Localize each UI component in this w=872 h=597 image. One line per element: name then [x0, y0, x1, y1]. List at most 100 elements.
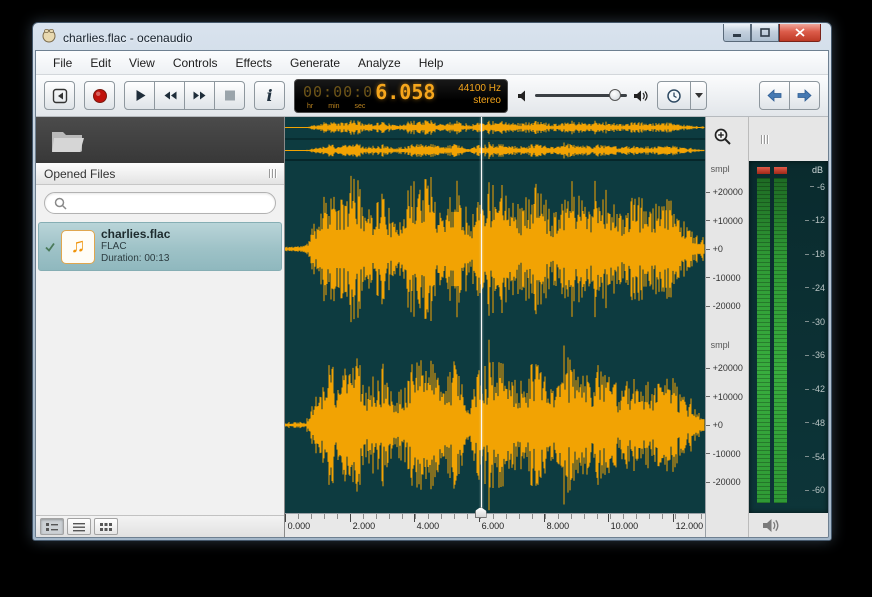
menu-item-view[interactable]: View: [120, 52, 164, 74]
speaker-high-icon: [633, 89, 648, 103]
undo-back-button[interactable]: [759, 81, 790, 110]
monitor-speaker-icon[interactable]: [762, 518, 780, 533]
check-icon: [45, 242, 55, 252]
view-mode-bar: [36, 515, 284, 537]
waveform-canvas[interactable]: [285, 161, 705, 513]
volume-control: [517, 89, 648, 103]
ruler-label: 10.000: [608, 514, 639, 537]
overview-strip[interactable]: [285, 117, 705, 161]
opened-files-header: Opened Files: [36, 163, 284, 185]
chevron-down-icon: [695, 93, 703, 98]
channel-right-waveform: [285, 337, 705, 513]
file-name: charlies.flac: [101, 228, 170, 241]
history-navigation: [759, 81, 820, 110]
clock-icon: [666, 88, 682, 104]
clock-dropdown-button[interactable]: [690, 81, 707, 110]
channel-mode-label: stereo: [458, 95, 501, 107]
folder-icon: [50, 127, 84, 153]
level-meter: dB -6 -12 -18 -24 -30 -36 -42 -48 -54 -6…: [749, 161, 828, 513]
record-button[interactable]: [84, 81, 115, 110]
play-button[interactable]: [124, 81, 155, 110]
menu-item-generate[interactable]: Generate: [281, 52, 349, 74]
window-title: charlies.flac - ocenaudio: [63, 31, 192, 45]
grid-icon: [100, 522, 112, 532]
menu-item-analyze[interactable]: Analyze: [349, 52, 410, 74]
time-display-unit-labels: hr min sec: [307, 103, 365, 110]
titlebar[interactable]: charlies.flac - ocenaudio: [35, 25, 829, 50]
volume-slider[interactable]: [535, 94, 627, 97]
meter-drag-handle[interactable]: [761, 135, 768, 144]
ruler-label: 4.000: [414, 514, 440, 537]
opened-files-title: Opened Files: [44, 167, 115, 181]
fast-forward-icon: [191, 87, 209, 104]
rewind-icon: [161, 87, 179, 104]
time-display-value: 6.058: [373, 80, 435, 112]
sample-rate-label: 44100 Hz: [458, 83, 501, 95]
clip-indicator-right[interactable]: [774, 167, 787, 174]
files-panel-header: [36, 117, 284, 163]
grid-view-button[interactable]: [94, 518, 118, 535]
scale-unit: smpl: [711, 164, 730, 174]
file-format: FLAC: [101, 241, 170, 253]
minimize-button[interactable]: [723, 24, 751, 42]
go-to-start-icon: [51, 87, 69, 105]
db-scale: dB -6 -12 -18 -24 -30 -36 -42 -48 -54 -6…: [791, 165, 825, 507]
overview-waveform-left: [285, 117, 705, 138]
menu-item-file[interactable]: File: [44, 52, 81, 74]
rewind-button[interactable]: [154, 81, 185, 110]
arrow-right-icon: [795, 87, 814, 104]
info-button[interactable]: i: [254, 81, 285, 110]
overview-waveform-right: [285, 140, 705, 161]
time-ruler[interactable]: 0.000 2.000 4.000 6.000 8.000 10.000 12.…: [285, 513, 705, 537]
go-to-start-button[interactable]: [44, 81, 75, 110]
scale-channel-right: smpl +20000 +10000 +0 -10000 -20000: [706, 337, 749, 513]
amplitude-scale: smpl +20000 +10000 +0 -10000 -20000 smpl…: [705, 117, 749, 537]
ruler-label: 8.000: [544, 514, 570, 537]
scale-unit: smpl: [711, 340, 730, 350]
time-display: 00:00:0 6.058 hr min sec 44100 Hz stereo: [294, 79, 508, 113]
menu-bar: File Edit View Controls Effects Generate…: [36, 51, 828, 75]
ruler-label: 12.000: [673, 514, 704, 537]
file-list-item[interactable]: ♫ charlies.flac FLAC Duration: 00:13: [38, 222, 282, 271]
close-button[interactable]: [779, 24, 821, 42]
zoom-button[interactable]: [710, 124, 736, 150]
app-icon: [41, 27, 57, 48]
search-icon: [54, 197, 67, 210]
ruler-label: 2.000: [350, 514, 376, 537]
toolbar: i 00:00:0 6.058 hr min sec 44100 Hz ster…: [36, 75, 828, 117]
file-duration: Duration: 00:13: [101, 253, 170, 265]
detailed-list-icon: [46, 522, 58, 532]
playback-cursor: [481, 117, 482, 513]
clip-indicator-left[interactable]: [757, 167, 770, 174]
menu-item-controls[interactable]: Controls: [164, 52, 227, 74]
fast-forward-button[interactable]: [184, 81, 215, 110]
meter-bar-left: [757, 178, 770, 503]
volume-slider-thumb[interactable]: [609, 89, 621, 101]
level-meter-panel: dB -6 -12 -18 -24 -30 -36 -42 -48 -54 -6…: [748, 117, 828, 537]
audio-file-icon: ♫: [61, 230, 95, 264]
menu-item-edit[interactable]: Edit: [81, 52, 120, 74]
search-input[interactable]: [72, 197, 266, 209]
stop-button[interactable]: [214, 81, 245, 110]
redo-forward-button[interactable]: [789, 81, 820, 110]
list-icon: [73, 522, 85, 532]
db-unit-label: dB: [812, 165, 823, 175]
panel-drag-handle[interactable]: [269, 169, 276, 178]
meter-footer: [749, 513, 828, 537]
scale-channel-left: smpl +20000 +10000 +0 -10000 -20000: [706, 161, 749, 337]
play-icon: [131, 87, 149, 104]
ruler-label: 0.000: [285, 514, 311, 537]
menu-item-effects[interactable]: Effects: [227, 52, 281, 74]
file-list: ♫ charlies.flac FLAC Duration: 00:13: [36, 220, 284, 515]
arrow-left-icon: [765, 87, 784, 104]
time-format-control: [657, 81, 707, 110]
menu-item-help[interactable]: Help: [410, 52, 453, 74]
channel-left-waveform: [285, 161, 705, 337]
compact-list-view-button[interactable]: [67, 518, 91, 535]
maximize-button[interactable]: [751, 24, 779, 42]
meter-bar-right: [774, 178, 787, 503]
detailed-list-view-button[interactable]: [40, 518, 64, 535]
clock-button[interactable]: [657, 81, 691, 110]
app-window: charlies.flac - ocenaudio File Edit View…: [32, 22, 832, 541]
info-icon: i: [266, 86, 272, 105]
